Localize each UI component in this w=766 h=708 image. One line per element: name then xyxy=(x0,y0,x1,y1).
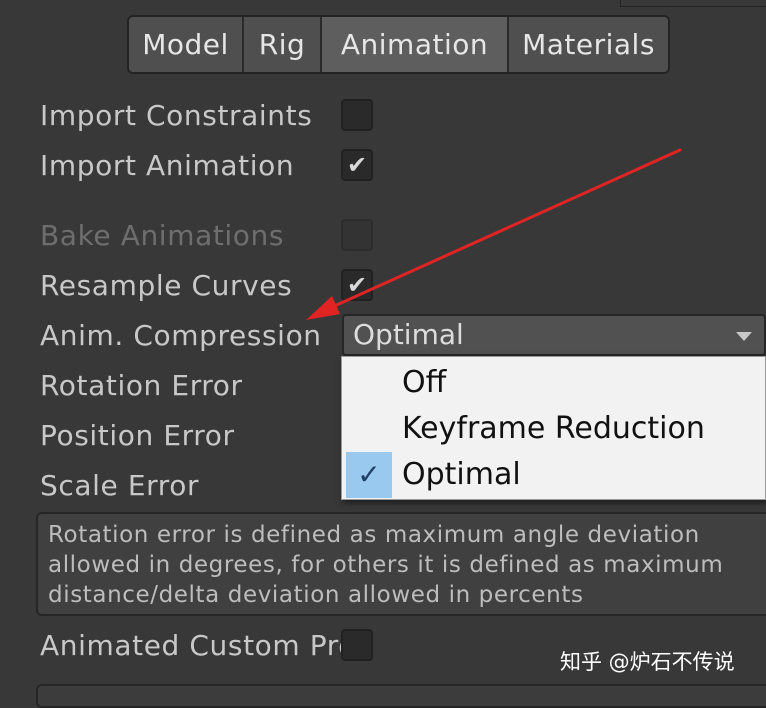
check-icon: ✓ xyxy=(346,452,392,498)
compression-options-popup: Off Keyframe Reduction ✓ Optimal xyxy=(341,356,766,500)
import-animation-label: Import Animation xyxy=(40,149,295,182)
bake-animations-label: Bake Animations xyxy=(40,219,285,252)
position-error-label: Position Error xyxy=(40,419,235,452)
option-keyframe-reduction[interactable]: Keyframe Reduction xyxy=(342,406,765,452)
dropdown-arrow-icon xyxy=(736,332,752,341)
animated-custom-properties-checkbox[interactable] xyxy=(341,629,373,661)
option-optimal[interactable]: ✓ Optimal xyxy=(342,452,765,498)
import-constraints-checkbox[interactable] xyxy=(341,99,373,131)
bake-animations-checkbox xyxy=(341,219,373,251)
anim-compression-dropdown[interactable]: Optimal xyxy=(342,314,766,356)
animated-custom-properties-label: Animated Custom Pro xyxy=(40,629,356,662)
rotation-error-label: Rotation Error xyxy=(40,369,243,402)
scale-error-label: Scale Error xyxy=(40,469,200,502)
import-constraints-label: Import Constraints xyxy=(40,99,313,132)
tab-model[interactable]: Model xyxy=(129,17,244,72)
tab-rig[interactable]: Rig xyxy=(244,17,322,72)
tab-animation[interactable]: Animation xyxy=(322,17,509,72)
resample-curves-label: Resample Curves xyxy=(40,269,293,302)
import-animation-checkbox[interactable]: ✔ xyxy=(341,149,373,181)
check-icon: ✔ xyxy=(346,151,368,179)
top-panel-border xyxy=(620,0,766,7)
dropdown-selected-value: Optimal xyxy=(353,318,464,351)
resample-curves-checkbox[interactable]: ✔ xyxy=(341,269,373,301)
bottom-panel xyxy=(36,684,766,708)
watermark: 知乎 @炉石不传说 xyxy=(560,650,735,674)
importer-tabs: Model Rig Animation Materials xyxy=(127,15,670,74)
tab-materials[interactable]: Materials xyxy=(509,17,668,72)
anim-compression-label: Anim. Compression xyxy=(40,319,322,352)
option-off[interactable]: Off xyxy=(342,360,765,406)
help-box: Rotation error is defined as maximum ang… xyxy=(36,512,766,616)
check-icon: ✔ xyxy=(346,271,368,299)
